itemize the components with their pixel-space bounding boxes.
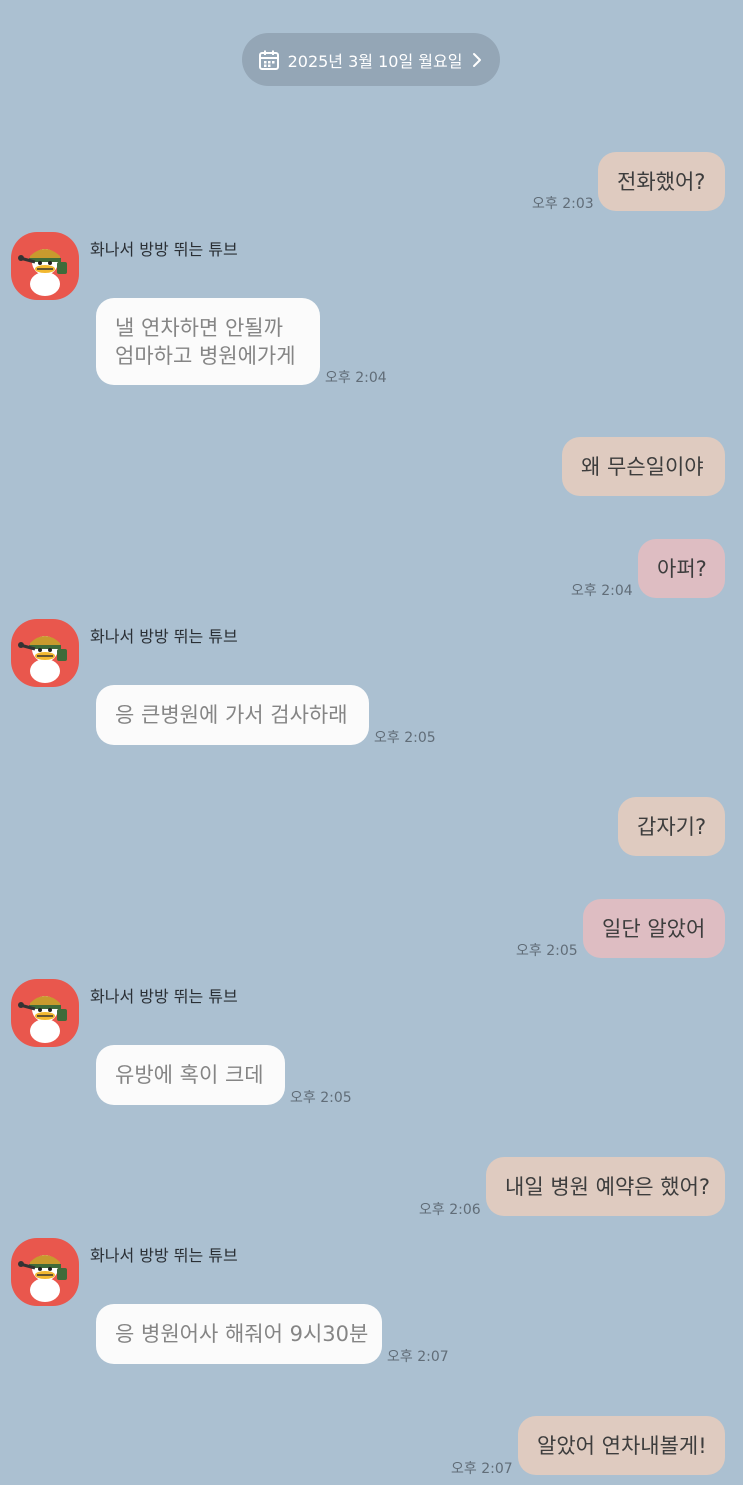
my-message-bubble[interactable]: 아퍼? [638,539,725,598]
message-time: 오후 2:03 [532,196,594,212]
date-header-label: 2025년 3월 10일 월요일 [287,51,463,71]
message-text: 응 큰병원에 가서 검사하래 [115,703,348,727]
message-text-line: 엄마하고 병원에가게 [115,343,296,368]
message-text: 아퍼? [657,556,707,581]
their-message-bubble[interactable]: 낼 연차하면 안될까 엄마하고 병원에가게 [96,298,320,385]
calendar-icon [258,50,279,70]
sender-name: 화나서 방방 뛰는 튜브 [90,987,238,1006]
my-message-bubble[interactable]: 내일 병원 예약은 했어? [486,1157,725,1216]
duck-character-avatar [18,249,67,296]
message-text: 내일 병원 예약은 했어? [505,1174,711,1199]
contact-avatar[interactable] [11,1238,79,1306]
message-text-line: 낼 연차하면 안될까 [115,315,283,340]
date-header-button[interactable]: 2025년 3월 10일 월요일 [242,33,500,86]
message-time: 오후 2:05 [516,943,578,959]
message-time: 오후 2:05 [374,730,436,746]
their-message-bubble[interactable]: 응 큰병원에 가서 검사하래 [96,685,369,745]
contact-avatar[interactable] [11,979,79,1047]
my-message-bubble[interactable]: 전화했어? [598,152,725,211]
chevron-right-icon [473,52,482,67]
message-text: 일단 알았어 [602,916,706,941]
message-text: 알았어 연차내볼게! [537,1433,707,1458]
contact-avatar[interactable] [11,232,79,300]
duck-character-avatar [18,636,67,683]
message-text: 왜 무슨일이야 [581,454,704,479]
sender-name: 화나서 방방 뛰는 튜브 [90,240,238,259]
message-time: 오후 2:05 [290,1090,352,1106]
my-message-bubble[interactable]: 일단 알았어 [583,899,725,958]
message-text: 전화했어? [617,169,706,194]
message-time: 오후 2:07 [451,1461,513,1477]
message-time: 오후 2:07 [387,1349,449,1365]
contact-avatar[interactable] [11,619,79,687]
message-text: 유방에 혹이 크데 [115,1063,264,1087]
my-message-bubble[interactable]: 알았어 연차내볼게! [518,1416,725,1475]
message-text: 갑자기? [637,814,707,839]
their-message-bubble[interactable]: 응 병원어사 해줘어 9시30분 [96,1304,382,1364]
their-message-bubble[interactable]: 유방에 혹이 크데 [96,1045,285,1105]
message-time: 오후 2:06 [419,1202,481,1218]
sender-name: 화나서 방방 뛰는 튜브 [90,627,238,646]
message-text: 응 병원어사 해줘어 9시30분 [115,1322,369,1346]
sender-name: 화나서 방방 뛰는 튜브 [90,1246,238,1265]
my-message-bubble[interactable]: 갑자기? [618,797,725,856]
my-message-bubble[interactable]: 왜 무슨일이야 [562,437,725,496]
duck-character-avatar [18,1255,67,1302]
message-time: 오후 2:04 [325,370,387,386]
duck-character-avatar [18,996,67,1043]
message-time: 오후 2:04 [571,583,633,599]
